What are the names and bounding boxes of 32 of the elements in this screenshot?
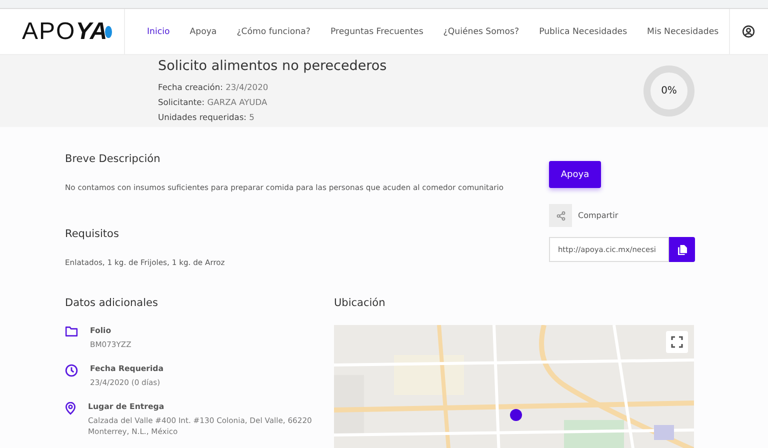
fact-label: Unidades requeridas: — [158, 112, 246, 122]
section-heading: Requisitos — [65, 228, 120, 240]
user-account-icon[interactable] — [742, 25, 756, 38]
section-heading: Ubicación — [334, 297, 386, 309]
copy-button[interactable] — [669, 237, 695, 262]
nav-link[interactable]: ¿Quiénes Somos? — [433, 9, 530, 54]
location-pin-icon — [65, 402, 76, 415]
support-button[interactable]: Apoya — [549, 161, 601, 188]
share-label: Compartir — [578, 211, 618, 220]
copy-icon — [678, 244, 686, 254]
request-title: Solicito alimentos no perecederos — [158, 58, 388, 74]
fact-label: Fecha creación: — [158, 82, 223, 92]
nav-link[interactable]: Publica Necesidades — [529, 9, 638, 54]
nav-link[interactable]: ¿Cómo funciona? — [226, 9, 320, 54]
folder-icon — [65, 326, 78, 337]
share-icon[interactable] — [549, 204, 572, 227]
section-heading: Breve Descripción — [65, 153, 162, 165]
clock-icon — [65, 364, 78, 377]
progress-percent: 0% — [661, 86, 677, 96]
logo[interactable]: APOYA — [22, 18, 112, 46]
nav-link[interactable]: Preguntas Frecuentes — [320, 9, 434, 54]
fact-label: Solicitante: — [158, 96, 205, 106]
nav-link[interactable]: Apoya — [180, 9, 227, 54]
fact-value: 5 — [249, 112, 254, 122]
fullscreen-icon — [671, 336, 683, 348]
fact-value: GARZA AYUDA — [207, 96, 268, 106]
progress-ring — [642, 64, 696, 118]
section-heading: Datos adicionales — [65, 297, 159, 309]
nav-link[interactable]: Inicio — [137, 9, 180, 54]
fact-value: 23/4/2020 — [226, 82, 268, 92]
fullscreen-button[interactable] — [666, 331, 688, 353]
nav-link[interactable]: Mis Necesidades — [637, 9, 729, 54]
